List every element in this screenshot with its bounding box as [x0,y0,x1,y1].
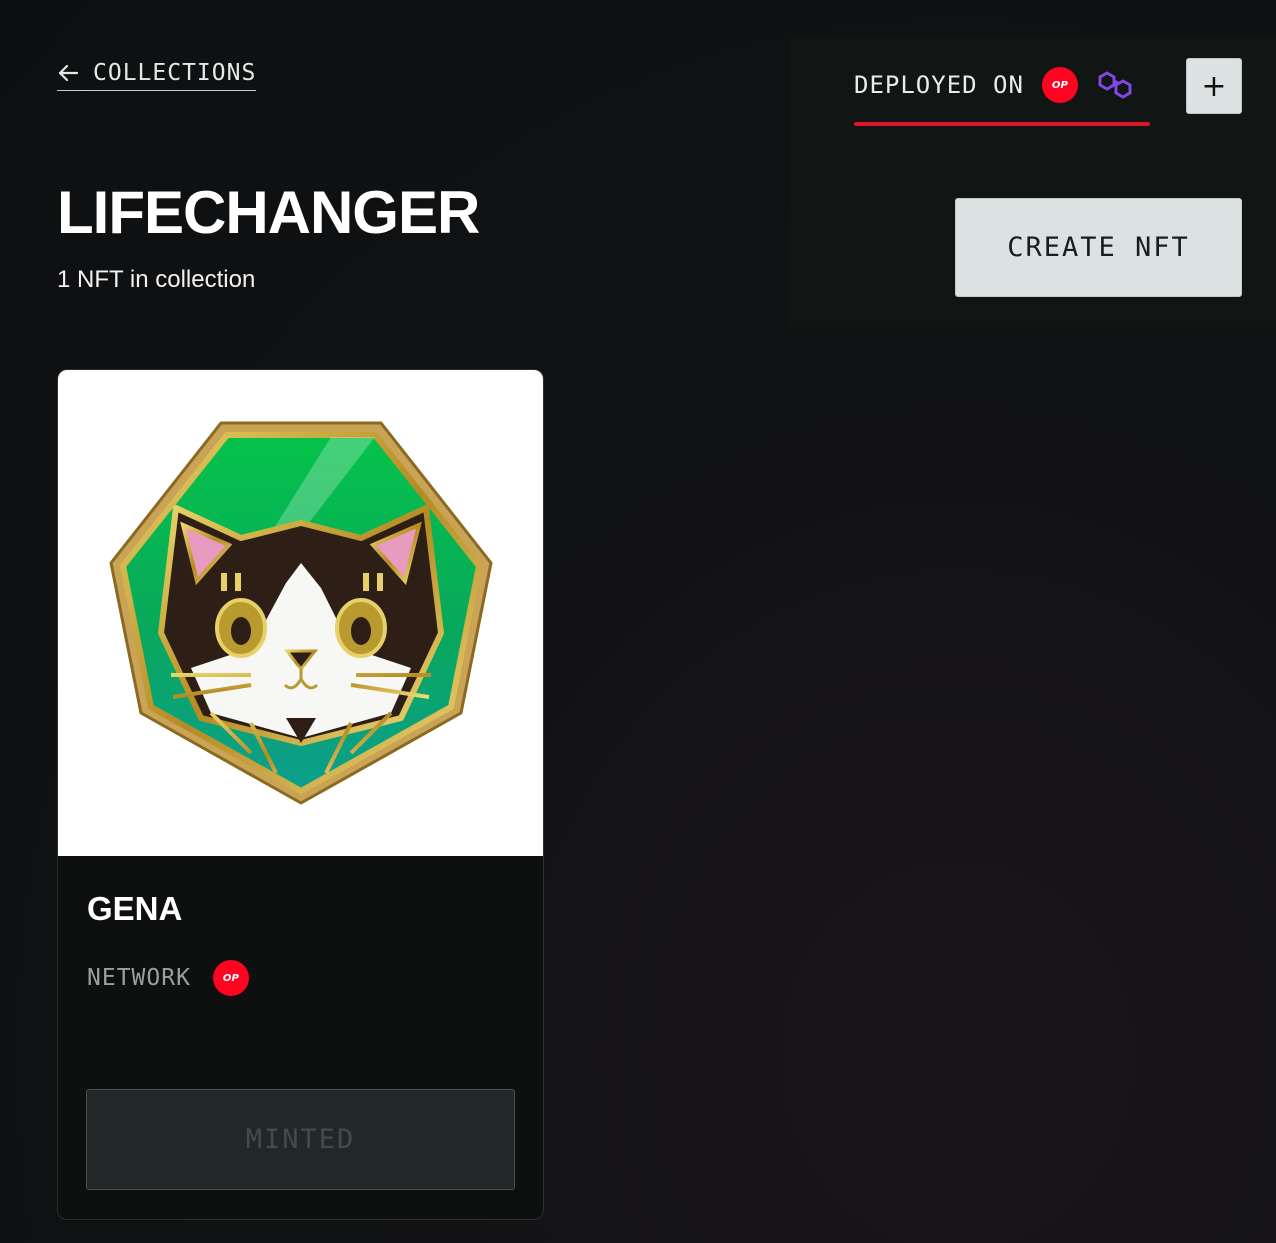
optimism-icon: OP [1041,67,1078,103]
back-to-collections-link[interactable]: COLLECTIONS [57,60,257,91]
nft-image [58,370,543,856]
collection-title: LIFECHANGER [57,179,480,246]
optimism-icon: OP [212,960,249,996]
deployed-on-tab[interactable]: DEPLOYED ON OP [854,67,1134,103]
network-label: NETWORK [87,965,191,991]
collection-page: COLLECTIONS LIFECHANGER 1 NFT in collect… [0,0,1276,1243]
nft-network-row: NETWORK OP [87,960,249,996]
arrow-left-icon [57,62,79,84]
polygon-icon [1096,68,1134,102]
active-tab-indicator [854,122,1150,126]
nft-name: GENA [87,890,183,927]
minted-button[interactable]: MINTED [86,1089,515,1190]
deploy-panel: DEPLOYED ON OP + CREATE NFT [789,37,1276,327]
deployed-on-label: DEPLOYED ON [854,71,1024,99]
nft-card[interactable]: GENA NETWORK OP MINTED [57,369,544,1220]
add-network-button[interactable]: + [1186,58,1242,114]
create-nft-button[interactable]: CREATE NFT [955,198,1242,297]
back-link-label: COLLECTIONS [93,60,257,86]
cat-badge-image [109,421,492,805]
collection-count: 1 NFT in collection [57,266,256,293]
